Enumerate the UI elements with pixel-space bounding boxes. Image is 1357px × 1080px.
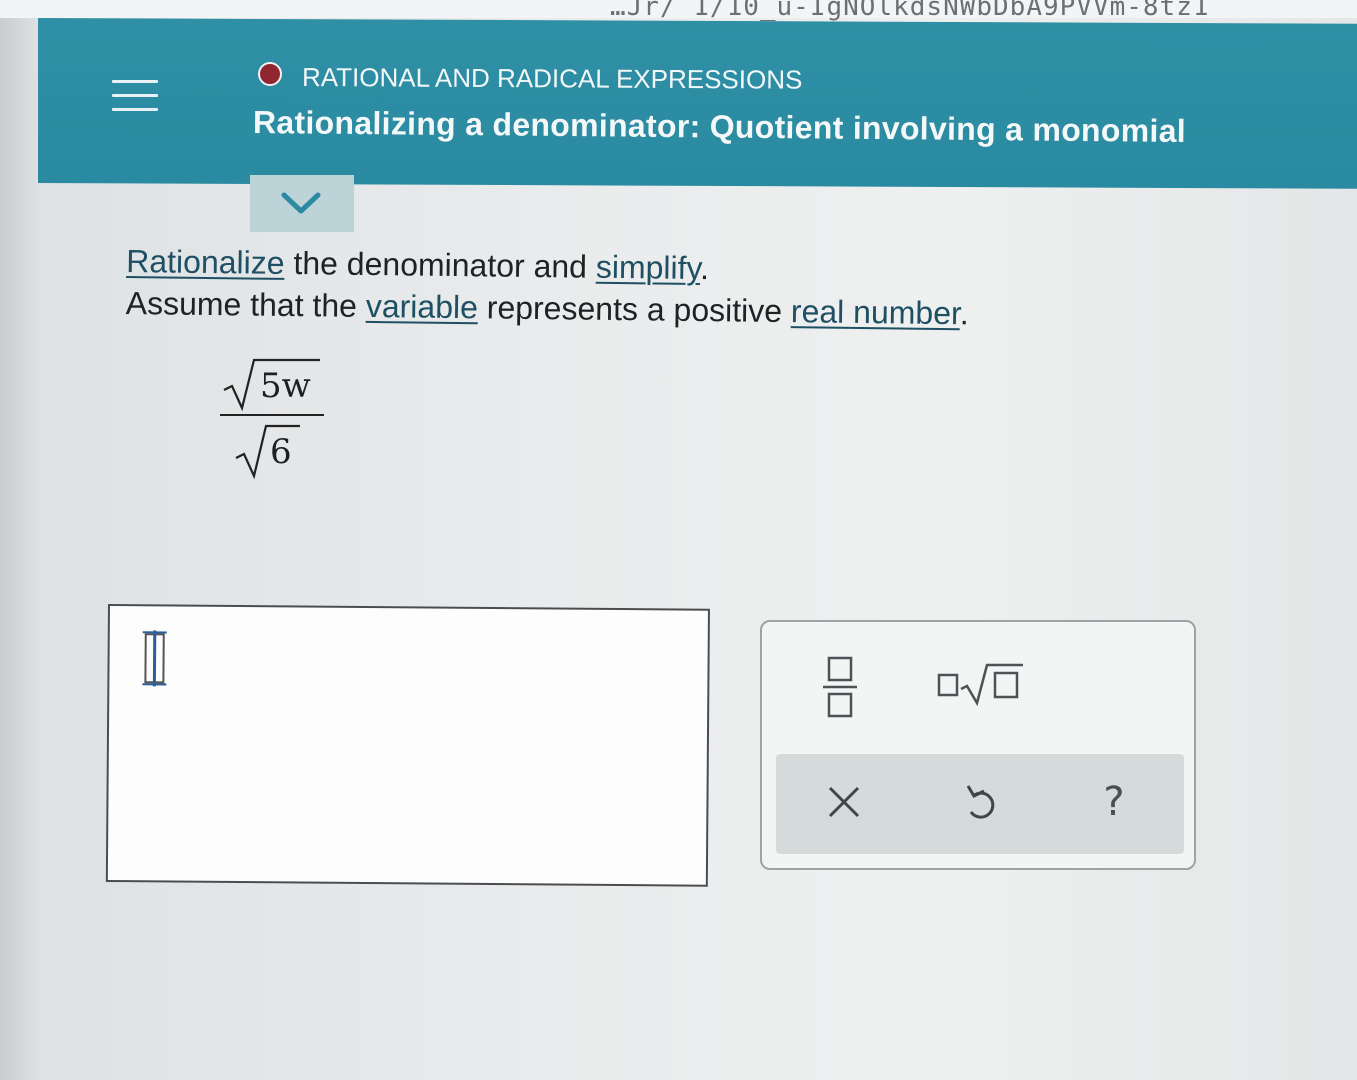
url-fragment: …Jr/ 1/10_u-IgNOlkdsNWbDbA9PVVm-8tz1 (610, 0, 1210, 22)
link-simplify[interactable]: simplify (596, 249, 701, 286)
fraction-icon (823, 656, 857, 718)
answer-input[interactable] (105, 604, 710, 887)
numerator-radicand: 5w (260, 366, 311, 406)
expand-toggle-button[interactable] (250, 172, 354, 232)
lesson-header (38, 18, 1357, 189)
menu-icon[interactable] (112, 78, 158, 114)
nth-root-button[interactable] (934, 658, 1026, 708)
math-keypad: ? (760, 620, 1196, 870)
clear-button[interactable] (824, 780, 864, 824)
help-button[interactable]: ? (1092, 772, 1136, 832)
undo-icon (966, 785, 995, 819)
link-rationalize[interactable]: Rationalize (126, 243, 285, 281)
status-dot-icon (258, 62, 282, 86)
problem-instructions: Rationalize the denominator and simplify… (125, 240, 969, 334)
nth-root-icon (937, 663, 1023, 707)
link-real-number[interactable]: real number (791, 293, 960, 331)
instruction-text: represents a positive (477, 289, 792, 330)
fraction-button[interactable] (818, 652, 862, 722)
instruction-text: Assume that the (125, 284, 367, 324)
chevron-down-icon (281, 192, 321, 214)
radical-fraction: 5w 6 (218, 354, 328, 484)
close-icon (828, 786, 860, 818)
keypad-action-row: ? (776, 754, 1184, 854)
denominator-radicand: 6 (270, 432, 292, 472)
screen: …Jr/ 1/10_u-IgNOlkdsNWbDbA9PVVm-8tz1 RAT… (0, 0, 1357, 1080)
browser-top-strip: …Jr/ 1/10_u-IgNOlkdsNWbDbA9PVVm-8tz1 (0, 0, 1357, 22)
undo-button[interactable] (958, 780, 1002, 826)
help-icon: ? (1103, 779, 1125, 825)
topic-label: RATIONAL AND RADICAL EXPRESSIONS (301, 62, 803, 95)
instruction-text: the denominator and (284, 244, 597, 285)
link-variable[interactable]: variable (366, 288, 478, 325)
instruction-text: . (699, 250, 710, 287)
fraction-bar (220, 414, 324, 416)
instruction-text: . (959, 295, 970, 332)
instruction-line-2: Assume that the variable represents a po… (125, 282, 969, 334)
text-cursor-icon (142, 630, 167, 687)
